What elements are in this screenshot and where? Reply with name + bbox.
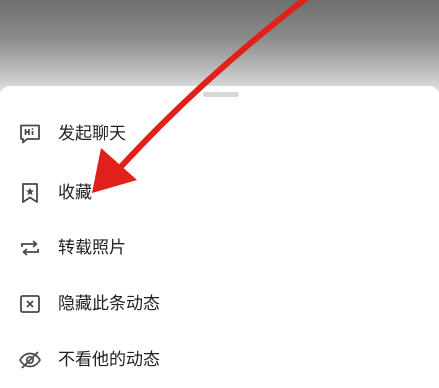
menu-item-label: 不看他的动态: [58, 350, 160, 370]
bookmark-star-icon: [18, 181, 42, 205]
menu-item-repost-photo[interactable]: 转载照片: [0, 220, 439, 276]
hi-chat-bubble-icon: [18, 122, 42, 146]
menu-item-label: 发起聊天: [58, 124, 126, 144]
dimmed-background[interactable]: [0, 0, 439, 92]
menu-item-start-chat[interactable]: 发起聊天: [0, 106, 439, 162]
menu-item-label: 收藏: [58, 183, 92, 203]
menu-item-hide-post[interactable]: 隐藏此条动态: [0, 276, 439, 332]
hide-x-box-icon: [18, 292, 42, 316]
sheet-drag-handle[interactable]: [203, 92, 239, 97]
menu-item-label: 隐藏此条动态: [58, 294, 160, 314]
repost-icon: [18, 236, 42, 260]
menu-item-favorite[interactable]: 收藏: [0, 165, 439, 221]
menu-item-mute-posts[interactable]: 不看他的动态: [0, 332, 439, 388]
menu-item-label: 转载照片: [58, 238, 126, 258]
eye-off-icon: [18, 348, 42, 372]
